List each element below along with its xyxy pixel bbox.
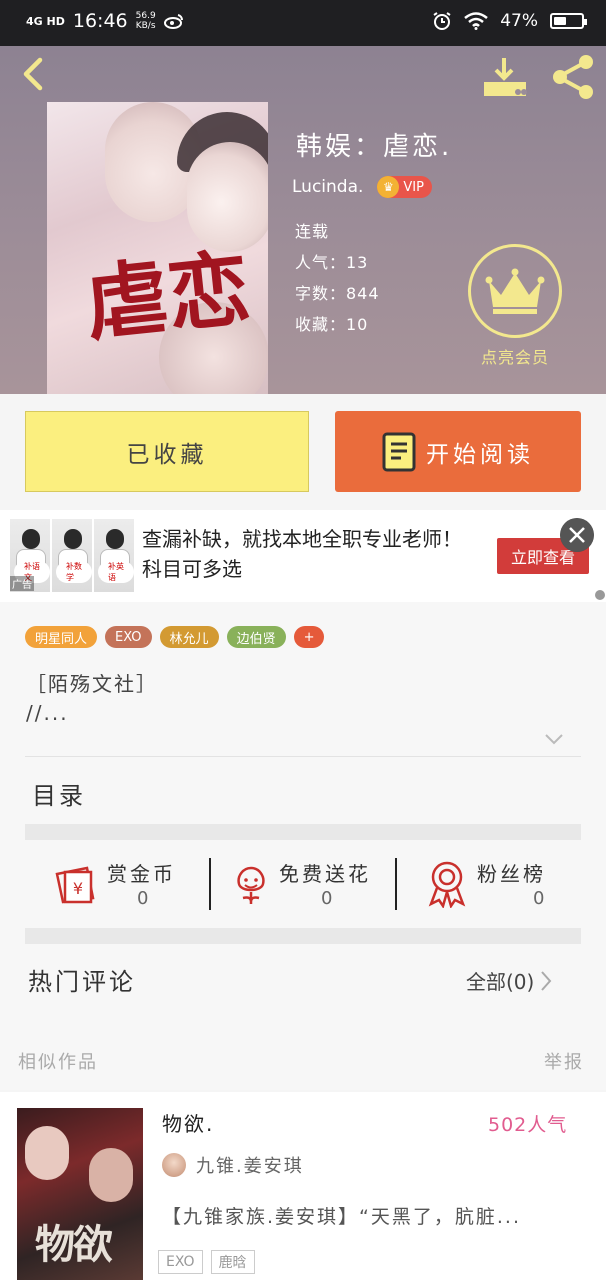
download-icon[interactable] — [482, 54, 530, 100]
ad-mark: 广告 — [10, 576, 34, 591]
share-icon[interactable] — [550, 54, 598, 100]
similar-cover-title: 物欲 — [35, 1221, 113, 1268]
similar-work-tags: EXO 鹿晗 — [158, 1250, 255, 1274]
tag-item[interactable]: 鹿晗 — [210, 1250, 255, 1274]
alarm-icon — [433, 12, 451, 30]
wifi-icon — [464, 12, 488, 30]
weibo-icon — [163, 14, 183, 29]
net-speed: 56.9 KB/s — [135, 11, 156, 31]
book-meta: 连载 人气：13 字数：844 收藏：10 — [295, 216, 380, 340]
favorite-button[interactable]: 已收藏 — [25, 411, 309, 492]
tag-item[interactable]: EXO — [105, 626, 152, 648]
divider — [25, 928, 581, 944]
book-description: ［陌殇文社］ //... — [26, 672, 158, 725]
similar-work-description: 【九锥家族.姜安琪】“天黑了，肮脏... — [162, 1206, 522, 1228]
battery-percent: 47% — [500, 11, 538, 31]
similar-work-title: 物欲. — [162, 1112, 215, 1136]
member-button[interactable]: 点亮会员 — [466, 244, 564, 368]
award-icon — [428, 861, 466, 908]
similar-work-author: 九锥.姜安琪 — [162, 1152, 304, 1178]
crown-icon: ♛ — [377, 176, 400, 198]
status-bar: 4G HD 16:46 56.9 KB/s 47% — [0, 0, 606, 46]
battery-icon — [550, 13, 587, 29]
stats-row: ¥ 赏金币 0 免费送花 0 粉丝榜 0 — [25, 854, 581, 918]
book-word-count: 字数：844 — [295, 284, 380, 303]
report-button[interactable]: 举报 — [544, 1048, 584, 1074]
send-flowers-button[interactable]: 免费送花 0 — [211, 854, 396, 918]
avatar — [162, 1153, 186, 1177]
back-icon[interactable] — [14, 54, 54, 94]
divider — [25, 824, 581, 840]
tag-item[interactable]: 林允儿 — [159, 626, 219, 648]
close-icon[interactable] — [560, 518, 594, 552]
flower-icon — [237, 866, 265, 904]
start-reading-button[interactable]: 开始阅读 — [335, 411, 581, 492]
chevron-down-icon[interactable] — [544, 732, 564, 746]
clock: 16:46 — [72, 10, 128, 32]
start-reading-label: 开始阅读 — [426, 441, 534, 468]
ad-text: 查漏补缺，就找本地全职专业老师！科目可多选 — [142, 527, 462, 581]
svg-text:¥: ¥ — [73, 879, 83, 898]
author-row: Lucinda. ♛ VIP — [292, 176, 432, 198]
tag-item[interactable]: 明星同人 — [25, 626, 98, 648]
vip-badge: ♛ VIP — [377, 176, 432, 198]
all-comments-link[interactable]: 全部(0) — [466, 966, 552, 995]
divider — [25, 756, 581, 757]
book-popularity: 人气：13 — [295, 253, 369, 272]
book-favorites: 收藏：10 — [295, 315, 369, 334]
book-icon — [382, 432, 416, 471]
book-header: 虐恋 韩娱：虐恋. Lucinda. ♛ VIP 连载 人气：13 字数：844… — [0, 46, 606, 394]
network-indicator: 4G HD — [26, 14, 65, 28]
table-of-contents[interactable]: 目录 — [32, 776, 86, 811]
tag-list: 明星同人 EXO 林允儿 边伯贤 + — [25, 626, 325, 648]
similar-work-cover: 物欲 — [17, 1108, 143, 1280]
book-details: 明星同人 EXO 林允儿 边伯贤 + ［陌殇文社］ //... 目录 ¥ 赏金币… — [0, 602, 606, 1090]
book-cover: 虐恋 — [47, 102, 268, 394]
author-name[interactable]: Lucinda. — [292, 177, 363, 197]
chevron-right-icon — [541, 970, 552, 991]
action-bar: 已收藏 开始阅读 — [0, 394, 606, 510]
fan-ranking-button[interactable]: 粉丝榜 0 — [397, 854, 581, 918]
similar-work-popularity: 502人气 — [488, 1114, 568, 1136]
tag-item[interactable]: EXO — [158, 1250, 203, 1274]
similar-works-title: 相似作品 — [18, 1052, 98, 1073]
ad-info-icon[interactable] — [595, 590, 605, 600]
tag-item[interactable]: 边伯贤 — [226, 626, 286, 648]
reward-coins-button[interactable]: ¥ 赏金币 0 — [25, 854, 210, 918]
book-status: 连载 — [295, 222, 330, 241]
similar-work-card[interactable]: 物欲 物欲. 502人气 九锥.姜安琪 【九锥家族.姜安琪】“天黑了，肮脏...… — [0, 1092, 606, 1280]
crown-icon — [485, 268, 545, 314]
add-tag-button[interactable]: + — [293, 626, 325, 648]
hot-comments-title: 热门评论 — [28, 968, 136, 996]
ad-banner[interactable]: 补语文 补数学 补英语 广告 查漏补缺，就找本地全职专业老师！科目可多选 立即查… — [0, 510, 606, 602]
coin-envelope-icon: ¥ — [55, 866, 95, 904]
member-label: 点亮会员 — [480, 348, 549, 367]
book-title: 韩娱：虐恋. — [296, 132, 453, 162]
cover-title: 虐恋 — [81, 240, 255, 354]
